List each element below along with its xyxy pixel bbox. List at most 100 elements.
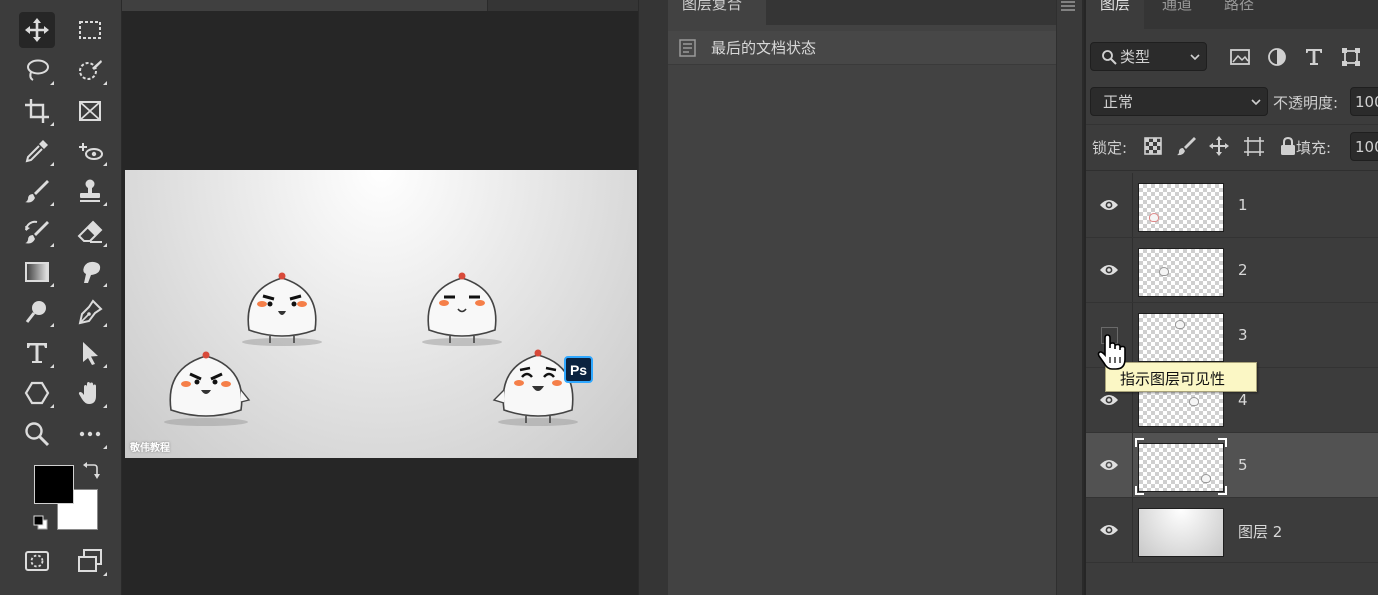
- stamp-tool[interactable]: [72, 173, 108, 209]
- layer-comp-label: 最后的文档状态: [711, 39, 817, 57]
- marquee-tool[interactable]: [72, 12, 108, 48]
- dodge-icon: [25, 301, 46, 323]
- divider: [1086, 124, 1378, 125]
- smudge-tool[interactable]: [72, 254, 108, 290]
- layer-row-selected[interactable]: 5: [1086, 433, 1378, 498]
- eraser-icon: [77, 220, 103, 243]
- eye-icon: [1100, 265, 1118, 275]
- visibility-toggle[interactable]: [1086, 238, 1133, 302]
- screen-mode-button[interactable]: [72, 543, 108, 579]
- more-tools[interactable]: [72, 416, 108, 452]
- eye-icon: [1100, 525, 1118, 535]
- lock-transparent-pixels-icon[interactable]: [1142, 135, 1164, 157]
- rectangular-marquee-icon: [79, 21, 101, 39]
- smudge-icon: [83, 261, 101, 283]
- lasso-tool[interactable]: [19, 52, 55, 88]
- quick-mask-button[interactable]: [19, 543, 55, 579]
- polygon-icon: [24, 381, 50, 405]
- search-icon: [1102, 49, 1117, 65]
- character-image: [164, 351, 251, 426]
- opacity-label: 不透明度:: [1273, 94, 1339, 112]
- hand-tool[interactable]: [72, 375, 108, 411]
- lasso-icon: [27, 59, 49, 81]
- fill-input[interactable]: 100: [1350, 132, 1378, 161]
- pen-icon: [78, 299, 103, 325]
- history-brush-tool[interactable]: [19, 214, 55, 250]
- blend-mode-select[interactable]: 正常: [1090, 87, 1268, 116]
- type-tool[interactable]: [19, 335, 55, 371]
- tab-layer-comps[interactable]: 图层复合: [668, 0, 766, 25]
- layer-thumbnail: [1138, 508, 1224, 557]
- character-image: [422, 272, 502, 346]
- layer-comp-row[interactable]: 最后的文档状态: [668, 31, 1056, 65]
- layers-tab-row: 图层 通道 路径: [1086, 0, 1378, 29]
- visibility-toggle[interactable]: [1086, 433, 1133, 497]
- layer-filter-select[interactable]: 类型: [1090, 42, 1207, 71]
- quick-mask-icon: [25, 551, 49, 571]
- layer-row[interactable]: 2: [1086, 238, 1378, 303]
- layer-name: 5: [1238, 456, 1248, 474]
- layer-filter-label: 类型: [1120, 48, 1151, 66]
- clone-stamp-icon: [80, 179, 100, 202]
- layer-thumbnail: [1138, 183, 1224, 232]
- type-icon: [27, 343, 47, 363]
- pen-tool[interactable]: [72, 294, 108, 330]
- type-filter-icon[interactable]: [1303, 46, 1325, 68]
- layer-row[interactable]: 图层 2: [1086, 498, 1378, 563]
- character-image: [242, 272, 322, 346]
- photoshop-window: Ps 敬伟教程 图层复合 最后的文档状态 图层 通道 路径 类型 正常 不透明度…: [0, 0, 1378, 595]
- object-selection-icon: [79, 60, 102, 80]
- opacity-input[interactable]: 100: [1350, 87, 1378, 116]
- layers-panel: 图层 通道 路径 类型 正常 不透明度: 100 锁定: 填充: 100: [1086, 0, 1378, 595]
- image-filter-icon[interactable]: [1229, 46, 1251, 68]
- move-tool[interactable]: [19, 12, 55, 48]
- swap-colors-icon[interactable]: [82, 462, 100, 480]
- eraser-tool[interactable]: [72, 214, 108, 250]
- panel-dock-divider: [638, 0, 668, 595]
- crop-icon: [25, 99, 49, 123]
- tab-layers[interactable]: 图层: [1086, 0, 1145, 29]
- frame-icon: [79, 101, 101, 121]
- visibility-toggle[interactable]: [1086, 498, 1133, 562]
- panel-dock-divider: [1056, 0, 1084, 595]
- lock-image-pixels-icon[interactable]: [1176, 135, 1198, 157]
- tab-channels[interactable]: 通道: [1148, 0, 1206, 29]
- gradient-tool[interactable]: [19, 254, 55, 290]
- gradient-icon: [25, 262, 49, 282]
- document-state-icon: [679, 38, 696, 57]
- visibility-toggle[interactable]: [1086, 173, 1133, 237]
- path-select-tool[interactable]: [72, 335, 108, 371]
- brush-tool[interactable]: [19, 173, 55, 209]
- adjustment-filter-icon[interactable]: [1266, 46, 1288, 68]
- layer-name: 3: [1238, 326, 1248, 344]
- lock-artboard-icon[interactable]: [1243, 135, 1265, 157]
- dodge-tool[interactable]: [19, 294, 55, 330]
- shape-filter-icon[interactable]: [1340, 46, 1362, 68]
- selected-thumbnail-frame: [1135, 438, 1227, 495]
- panel-menu-icon[interactable]: [1059, 0, 1077, 14]
- layer-name: 图层 2: [1238, 523, 1283, 541]
- eyedropper-tool[interactable]: [19, 133, 55, 169]
- crop-tool[interactable]: [19, 93, 55, 129]
- document-canvas[interactable]: Ps 敬伟教程: [125, 170, 637, 458]
- layer-name: 2: [1238, 261, 1248, 279]
- zoom-tool[interactable]: [19, 416, 55, 452]
- frame-tool[interactable]: [72, 93, 108, 129]
- blend-mode-value: 正常: [1103, 93, 1134, 111]
- layer-row[interactable]: 1: [1086, 173, 1378, 238]
- object-select-tool[interactable]: [72, 52, 108, 88]
- foreground-color-swatch[interactable]: [34, 465, 74, 504]
- history-brush-icon: [25, 220, 49, 244]
- eye-icon: [1100, 395, 1118, 405]
- screen-mode-icon: [78, 549, 102, 572]
- tab-paths[interactable]: 路径: [1210, 0, 1268, 29]
- canvas-watermark: 敬伟教程: [130, 443, 170, 454]
- shape-tool[interactable]: [19, 375, 55, 411]
- ellipsis-icon: [79, 431, 101, 437]
- ps-logo-badge: Ps: [564, 356, 593, 383]
- default-colors-icon[interactable]: [33, 515, 49, 531]
- spot-healing-tool[interactable]: [72, 133, 108, 169]
- zoom-icon: [25, 422, 50, 447]
- lock-position-icon[interactable]: [1208, 135, 1230, 157]
- document-tab[interactable]: [122, 0, 488, 11]
